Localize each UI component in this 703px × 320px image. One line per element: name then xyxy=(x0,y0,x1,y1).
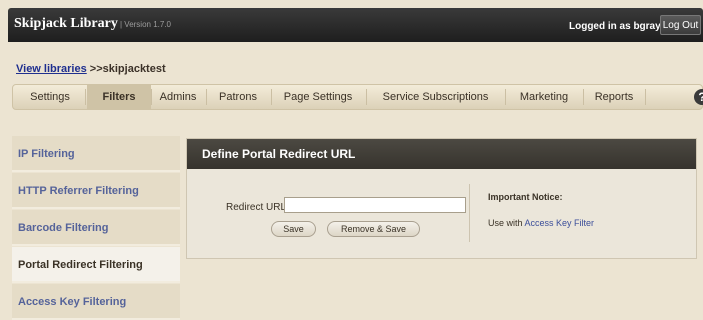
filter-sidebar: IP Filtering HTTP Referrer Filtering Bar… xyxy=(12,136,180,320)
remove-save-button[interactable]: Remove & Save xyxy=(327,221,420,237)
redirect-panel: Define Portal Redirect URL Redirect URL:… xyxy=(186,138,697,259)
tab-marketing[interactable]: Marketing xyxy=(507,85,581,109)
sidebar-item-ip-filtering[interactable]: IP Filtering xyxy=(12,136,180,172)
tab-filters[interactable]: Filters xyxy=(87,85,151,109)
redirect-url-label: Redirect URL: xyxy=(226,202,289,213)
app-version: | Version 1.7.0 xyxy=(120,20,171,29)
panel-header: Define Portal Redirect URL xyxy=(187,139,696,169)
redirect-url-input[interactable] xyxy=(284,197,466,213)
breadcrumb-current: >>skipjacktest xyxy=(86,63,166,75)
nav-divider xyxy=(583,89,584,105)
nav-divider xyxy=(366,89,367,105)
logout-button[interactable]: Log Out xyxy=(660,15,701,35)
breadcrumb: View libraries >>skipjacktest xyxy=(16,63,166,75)
sidebar-item-portal-redirect-filtering[interactable]: Portal Redirect Filtering xyxy=(12,247,180,283)
panel-title: Define Portal Redirect URL xyxy=(202,147,356,161)
tab-reports[interactable]: Reports xyxy=(585,85,643,109)
nav-divider xyxy=(645,89,646,105)
tab-service-subscriptions[interactable]: Service Subscriptions xyxy=(368,85,503,109)
app-title: Skipjack Library xyxy=(14,16,118,31)
access-key-filter-link[interactable]: Access Key Filter xyxy=(525,218,595,228)
tab-settings[interactable]: Settings xyxy=(17,85,83,109)
tab-patrons[interactable]: Patrons xyxy=(208,85,268,109)
nav-divider xyxy=(505,89,506,105)
help-icon[interactable]: ? xyxy=(694,89,703,105)
logged-in-user: Logged in as bgray xyxy=(569,21,661,32)
notice-prefix: Use with xyxy=(488,218,525,228)
sidebar-item-http-referrer-filtering[interactable]: HTTP Referrer Filtering xyxy=(12,173,180,209)
notice-title: Important Notice: xyxy=(488,192,563,202)
nav-divider xyxy=(271,89,272,105)
nav-divider xyxy=(151,89,152,105)
main-nav: Settings Filters Admins Patrons Page Set… xyxy=(12,84,703,110)
nav-divider xyxy=(85,89,86,105)
view-libraries-link[interactable]: View libraries xyxy=(16,63,87,75)
notice-text: Use with Access Key Filter xyxy=(488,218,594,228)
nav-divider xyxy=(206,89,207,105)
tab-page-settings[interactable]: Page Settings xyxy=(273,85,363,109)
tab-admins[interactable]: Admins xyxy=(153,85,203,109)
panel-divider xyxy=(469,184,470,242)
sidebar-item-barcode-filtering[interactable]: Barcode Filtering xyxy=(12,210,180,246)
top-bar: Skipjack Library | Version 1.7.0 Logged … xyxy=(8,8,703,42)
save-button[interactable]: Save xyxy=(271,221,316,237)
